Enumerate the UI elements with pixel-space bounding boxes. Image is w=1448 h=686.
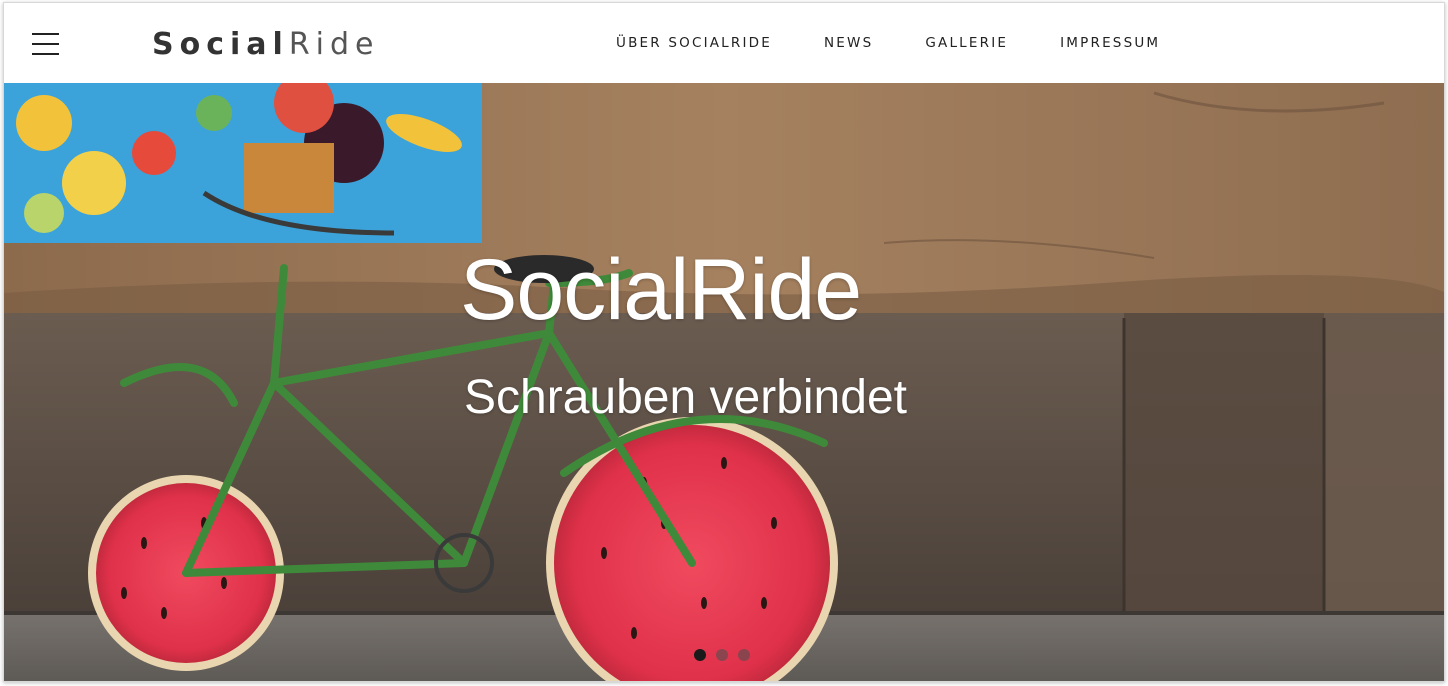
slider-dot-2[interactable]	[716, 649, 728, 661]
logo-part-social: Social	[152, 27, 289, 62]
slider-dot-3[interactable]	[738, 649, 750, 661]
main-navigation: ÜBER SOCIALRIDE NEWS GALLERIE IMPRESSUM	[616, 33, 1212, 53]
browser-frame: SocialRide ÜBER SOCIALRIDE NEWS GALLERIE…	[3, 2, 1445, 682]
menu-icon[interactable]	[32, 31, 60, 57]
slider-dot-1[interactable]	[694, 649, 706, 661]
slider-pagination	[694, 649, 750, 661]
logo-part-ride: Ride	[288, 27, 380, 62]
hero-slider: SocialRide Schrauben verbindet	[4, 83, 1444, 681]
nav-item-news[interactable]: NEWS	[824, 33, 873, 53]
nav-item-ueber-socialride[interactable]: ÜBER SOCIALRIDE	[616, 33, 772, 53]
nav-item-gallerie[interactable]: GALLERIE	[925, 33, 1008, 53]
nav-item-impressum[interactable]: IMPRESSUM	[1060, 33, 1160, 53]
site-logo[interactable]: SocialRide	[152, 25, 380, 65]
hero-title: SocialRide	[460, 242, 862, 338]
hero-subtitle: Schrauben verbindet	[464, 371, 907, 424]
site-header: SocialRide ÜBER SOCIALRIDE NEWS GALLERIE…	[4, 3, 1444, 83]
